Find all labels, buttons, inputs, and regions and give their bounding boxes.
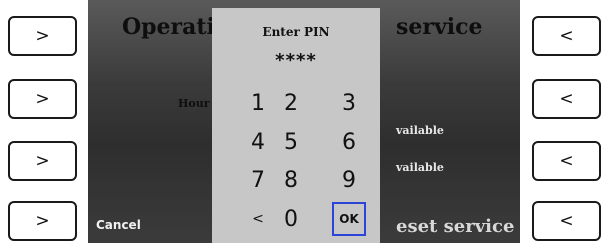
pin-dialog-title: Enter PIN — [262, 25, 330, 39]
right-softkey-4[interactable]: < — [532, 201, 601, 241]
left-softkey-2[interactable]: > — [8, 79, 77, 119]
left-softkey-1[interactable]: > — [8, 16, 77, 56]
keypad-key-6[interactable]: 6 — [332, 125, 366, 159]
keypad-key-3[interactable]: 3 — [332, 86, 366, 120]
pin-masked-value: **** — [275, 50, 317, 71]
keypad-key-9[interactable]: 9 — [332, 163, 366, 197]
keypad-key-2[interactable]: 2 — [274, 86, 308, 120]
hour-label: Hour — [178, 97, 210, 110]
keypad-ok-button[interactable]: OK — [332, 202, 366, 236]
keypad-key-1[interactable]: 1 — [241, 86, 275, 120]
left-softkey-3[interactable]: > — [8, 141, 77, 181]
keypad-key-5[interactable]: 5 — [274, 125, 308, 159]
keypad-key-4[interactable]: 4 — [241, 125, 275, 159]
left-softkey-4[interactable]: > — [8, 201, 77, 241]
keypad-key-8[interactable]: 8 — [274, 163, 308, 197]
screen-title-left: Operati — [122, 14, 215, 40]
right-softkey-2[interactable]: < — [532, 79, 601, 119]
reset-service-label: eset service — [396, 216, 515, 237]
right-softkey-1[interactable]: < — [532, 16, 601, 56]
keypad-key-7[interactable]: 7 — [241, 163, 275, 197]
screen-title-right: service — [396, 14, 483, 40]
available-label-1: vailable — [396, 124, 444, 137]
pin-dialog: Enter PIN **** 1 2 3 4 5 6 7 8 9 < 0 OK — [212, 8, 380, 243]
keypad-backspace-key[interactable]: < — [241, 202, 275, 236]
available-label-2: vailable — [396, 161, 444, 174]
keypad-key-0[interactable]: 0 — [274, 202, 308, 236]
right-softkey-3[interactable]: < — [532, 141, 601, 181]
cancel-button[interactable]: Cancel — [96, 218, 141, 232]
